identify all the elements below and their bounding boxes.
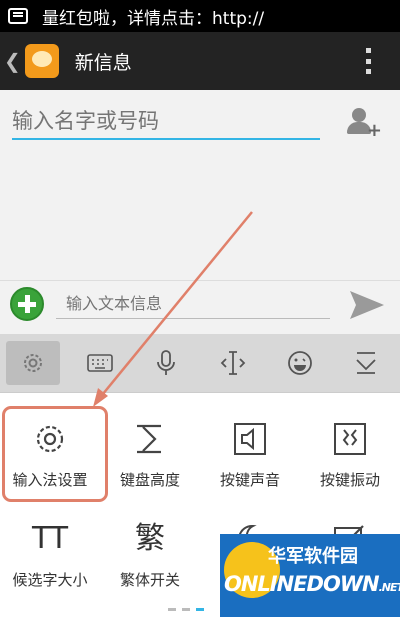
ime-item-keyboard-height[interactable]: 键盘高度 xyxy=(100,407,200,507)
ime-item-label: 键盘高度 xyxy=(119,471,180,489)
ime-tab-settings[interactable] xyxy=(0,334,67,392)
send-icon[interactable] xyxy=(348,289,386,321)
watermark-suffix: .NET xyxy=(378,581,400,594)
page-title: 新信息 xyxy=(74,51,132,74)
page-dot-active xyxy=(196,608,204,611)
ime-tab-voice[interactable] xyxy=(133,334,200,392)
font-size-icon: TT xyxy=(31,521,69,556)
ime-item-candidate-size[interactable]: TT 候选字大小 xyxy=(0,507,100,607)
emoji-icon xyxy=(287,351,312,375)
collapse-icon xyxy=(356,352,376,374)
page-dot xyxy=(182,608,190,611)
ime-item-label: 候选字大小 xyxy=(12,571,88,589)
overflow-menu-button[interactable] xyxy=(366,48,372,74)
keyboard-height-icon xyxy=(130,419,170,459)
attach-plus-button[interactable] xyxy=(10,287,44,321)
ime-item-label: 按键振动 xyxy=(319,471,380,489)
messaging-app-icon[interactable] xyxy=(24,44,59,78)
speaker-icon xyxy=(230,419,270,459)
ime-tab-cursor[interactable] xyxy=(200,334,267,392)
ime-tab-collapse[interactable] xyxy=(333,334,400,392)
overflow-dot xyxy=(366,69,371,74)
ime-tab-active-bg xyxy=(6,341,61,385)
watermark-top-text: 华军软件园 xyxy=(268,546,358,567)
ime-item-label: 繁体开关 xyxy=(119,571,180,589)
message-notification-icon xyxy=(8,8,28,24)
notification-text[interactable]: 量红包啦，详情点击：http:// xyxy=(42,4,264,29)
compose-bar xyxy=(0,280,400,334)
ime-tab-emoji[interactable] xyxy=(266,334,333,392)
message-input[interactable] xyxy=(56,289,330,319)
back-chevron-icon[interactable]: ❮ xyxy=(4,49,21,73)
add-contact-icon[interactable]: + xyxy=(346,106,382,140)
recipient-area: + xyxy=(0,90,400,280)
page-dot xyxy=(168,608,176,611)
gear-icon xyxy=(24,354,43,372)
ime-tab-keyboard[interactable] xyxy=(67,334,134,392)
watermark-logo: 华军软件园 ONLINEDOWN.NET xyxy=(220,534,400,617)
ime-item-key-sound[interactable]: 按键声音 xyxy=(200,407,300,507)
text-cursor-icon xyxy=(220,351,246,375)
microphone-icon xyxy=(157,350,176,375)
ime-item-label: 按键声音 xyxy=(219,471,280,489)
status-bar: 量红包啦，详情点击：http:// xyxy=(0,0,400,32)
ime-item-traditional[interactable]: 繁 繁体开关 xyxy=(100,507,200,607)
keyboard-icon xyxy=(87,354,113,372)
plus-icon: + xyxy=(366,120,382,141)
watermark-brand: ONLINEDOWN xyxy=(224,572,380,596)
page-indicator xyxy=(168,608,204,611)
watermark-bottom-text: ONLINEDOWN.NET xyxy=(224,572,400,596)
vibrate-icon xyxy=(330,419,370,459)
traditional-chinese-icon: 繁 xyxy=(135,521,165,556)
ime-toolbar xyxy=(0,334,400,392)
contact-head xyxy=(352,108,366,122)
overflow-dot xyxy=(366,48,371,53)
recipient-input[interactable] xyxy=(12,104,320,140)
action-bar: ❮ 新信息 xyxy=(0,32,400,90)
ime-item-key-vibrate[interactable]: 按键振动 xyxy=(300,407,400,507)
overflow-dot xyxy=(366,58,371,64)
highlight-box xyxy=(2,406,108,502)
